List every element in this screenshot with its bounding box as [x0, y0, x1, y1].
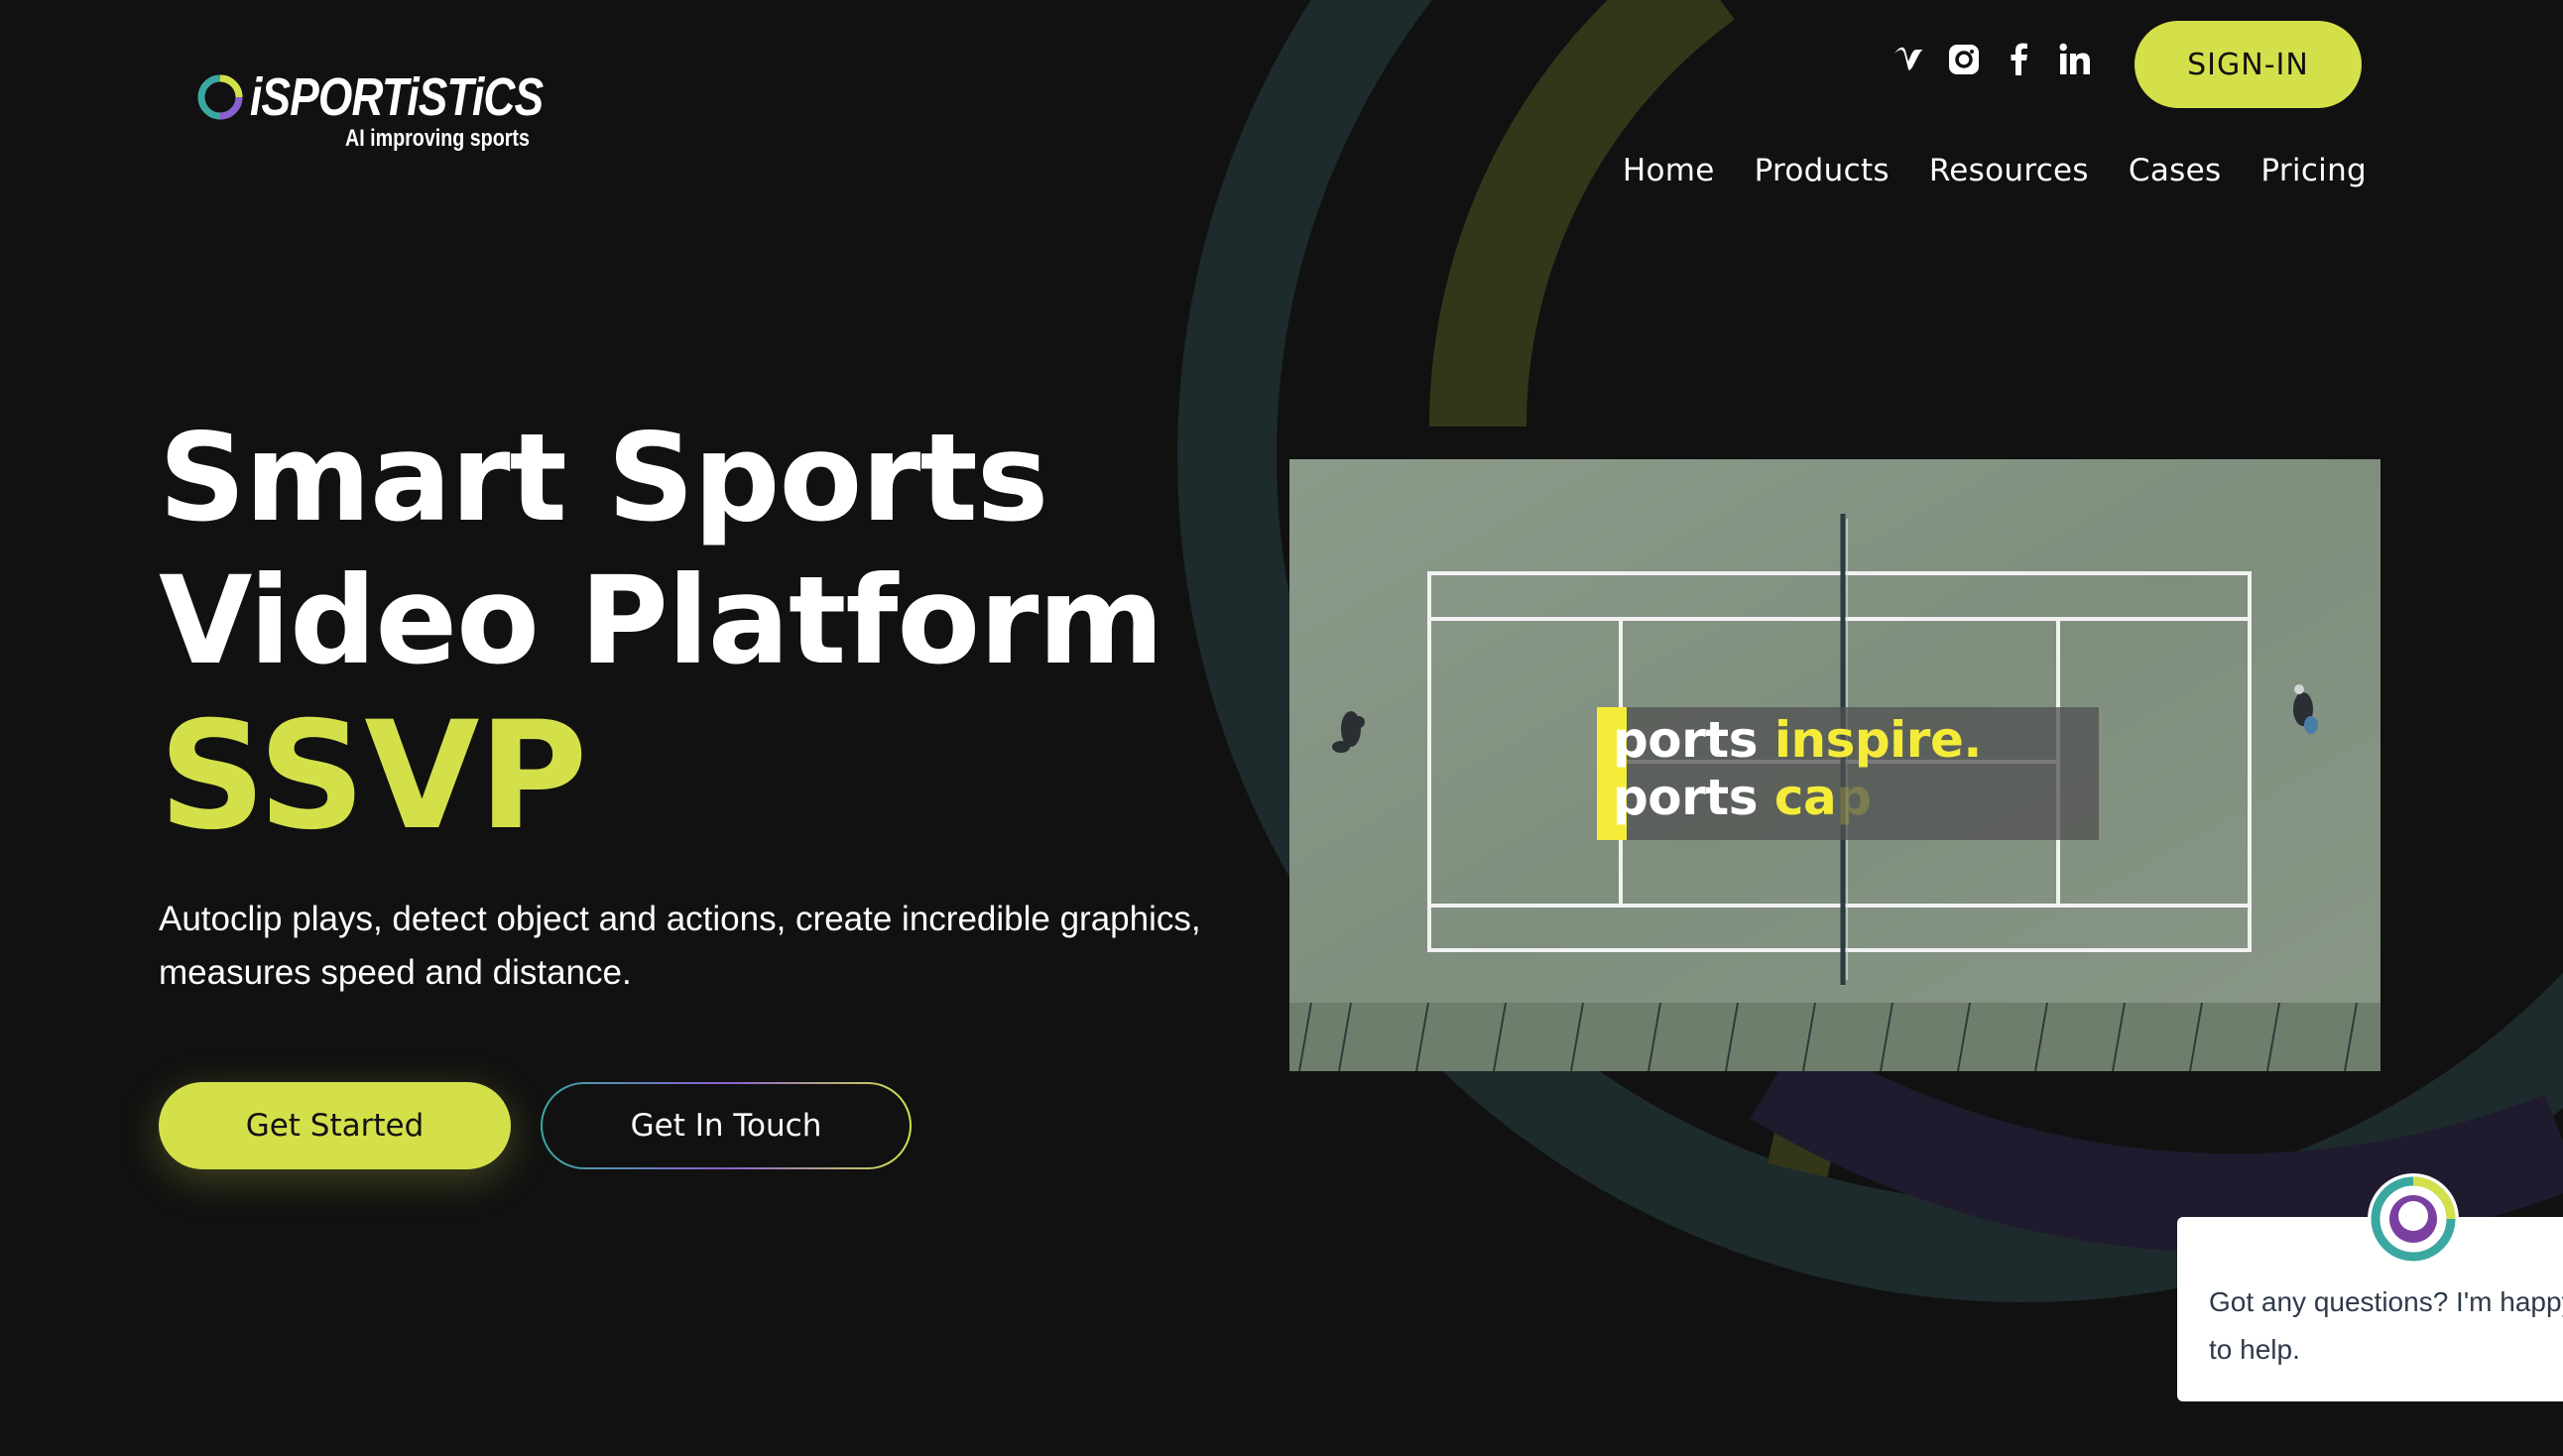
linkedin-icon[interactable] — [2057, 42, 2093, 77]
get-in-touch-button[interactable]: Get In Touch — [541, 1082, 912, 1169]
caption-line-1-yellow: inspire. — [1773, 711, 1983, 769]
sign-in-button[interactable]: SIGN-IN — [2135, 21, 2362, 108]
logo-wordmark: iSPORTiSTiCS — [250, 67, 544, 127]
caption-line-1-white: ports — [1613, 711, 1774, 769]
logo-tagline: AI improving sports — [345, 125, 530, 152]
hero-title-line-2: Video Platform — [159, 550, 1164, 691]
ring-olive-top — [1429, 0, 1735, 427]
hero-title-line-1: Smart Sports — [159, 408, 1048, 548]
vimeo-icon[interactable] — [1891, 42, 1926, 77]
instagram-icon[interactable] — [1946, 42, 1982, 77]
nav-home[interactable]: Home — [1623, 153, 1715, 188]
logo-ring-icon — [197, 74, 243, 120]
caption-line-2-white: ports — [1613, 769, 1774, 826]
chat-avatar-icon[interactable] — [2365, 1170, 2462, 1268]
page: iSPORTiSTiCS AI improving sports SIGN-IN… — [0, 0, 2563, 1456]
social-links — [1891, 42, 2093, 77]
nav-cases[interactable]: Cases — [2129, 153, 2222, 188]
hero-title-accent: SSVP — [159, 690, 587, 863]
hero-description: Autoclip plays, detect object and action… — [159, 900, 1201, 992]
ring-olive-bottom — [1767, 1064, 1851, 1177]
hero-video[interactable]: ports inspire. ports cap — [1289, 459, 2380, 1071]
hero-title: Smart Sports Video Platform SSVP — [159, 407, 1164, 863]
caption-line-1: ports inspire. — [1613, 711, 1982, 769]
caption-line-2: ports cap — [1613, 769, 1872, 826]
nav-pricing[interactable]: Pricing — [2260, 153, 2367, 188]
get-started-button[interactable]: Get Started — [159, 1082, 511, 1169]
video-caption-overlay: ports inspire. ports cap — [1597, 707, 2099, 840]
main-nav: Home Products Resources Cases Pricing — [1623, 153, 2367, 188]
caption-line-2-fade: p — [1836, 769, 1872, 826]
chat-message: Got any questions? I'm happy to help. — [2209, 1286, 2563, 1365]
facebook-icon[interactable] — [2002, 42, 2037, 77]
brand-logo[interactable]: iSPORTiSTiCS AI improving sports — [194, 67, 544, 157]
caption-line-2-yellow: ca — [1773, 769, 1837, 826]
nav-resources[interactable]: Resources — [1929, 153, 2089, 188]
nav-products[interactable]: Products — [1755, 153, 1890, 188]
